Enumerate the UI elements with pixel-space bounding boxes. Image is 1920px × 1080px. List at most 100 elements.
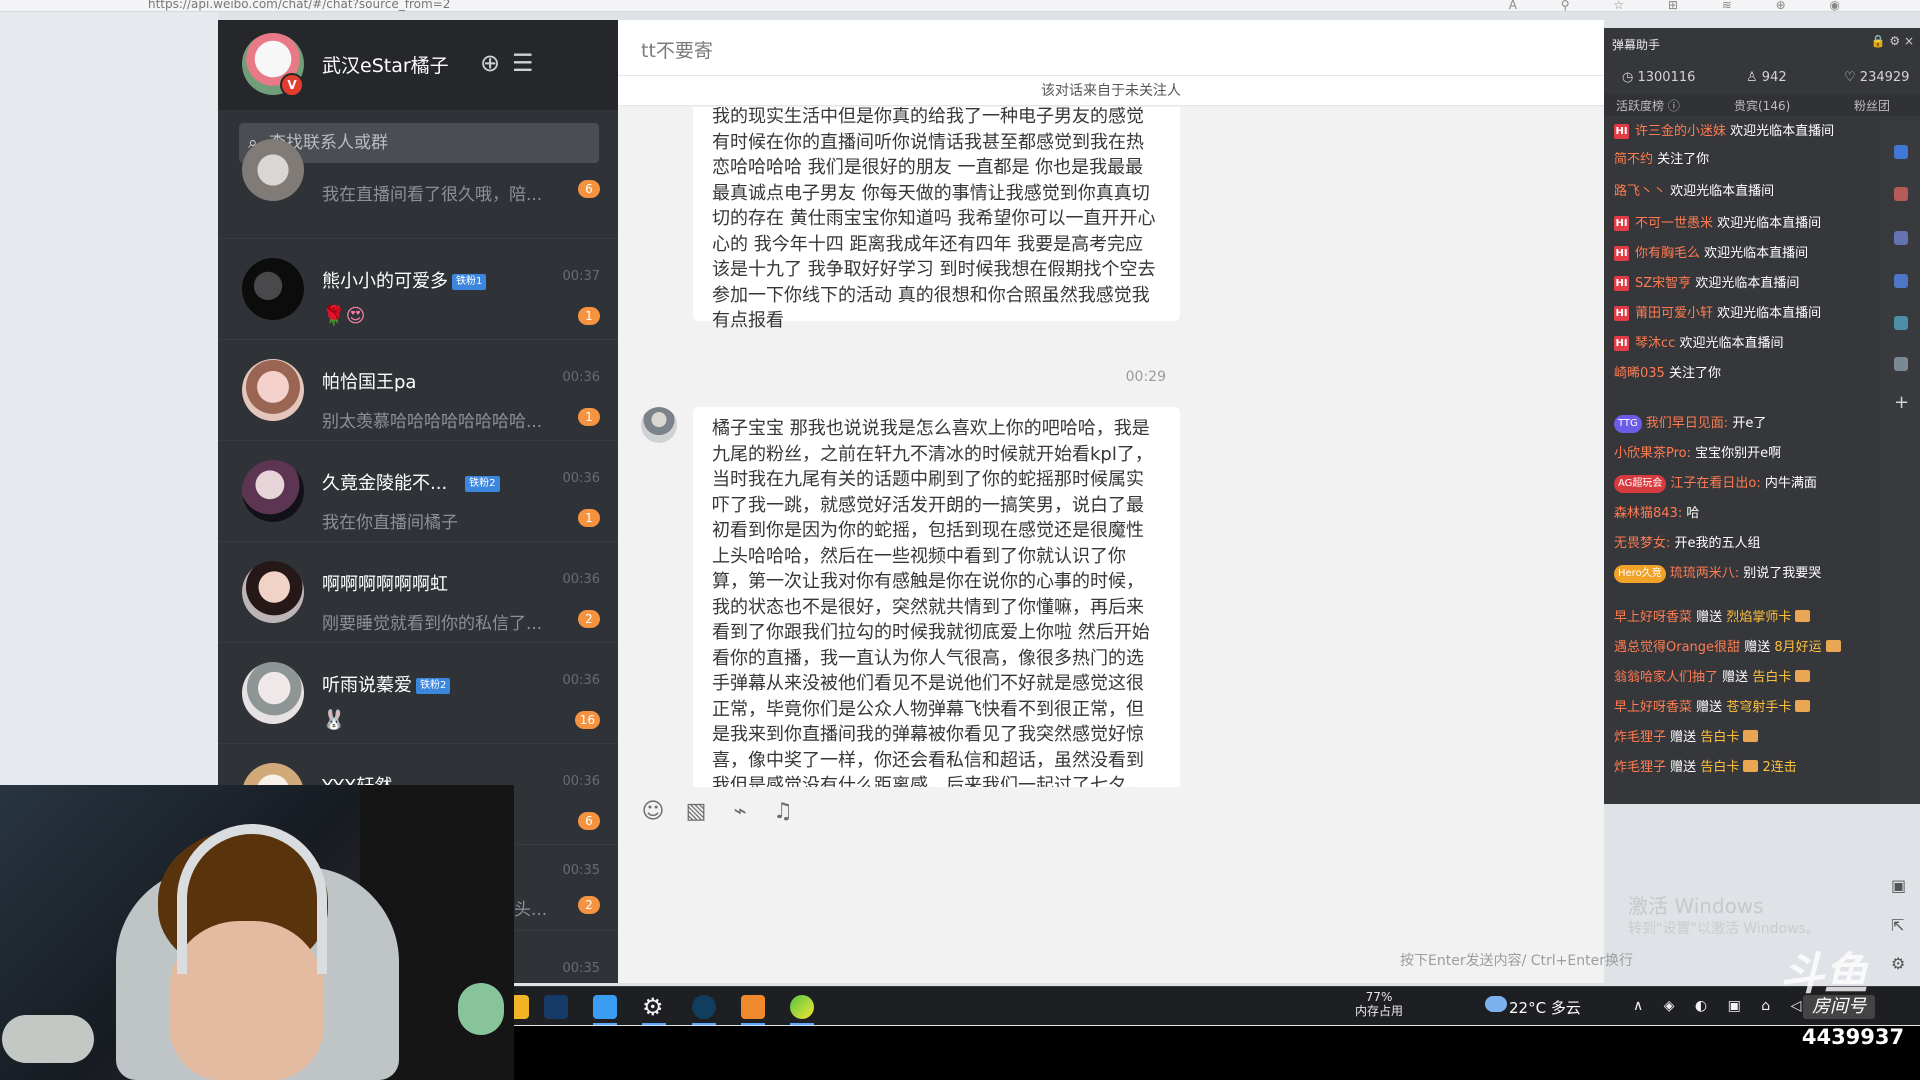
side-rail-icon[interactable]: [1894, 274, 1908, 288]
share-icon[interactable]: ⇱: [1891, 916, 1904, 935]
danmu-row: HI 不可一世愚米 欢迎光临本直播间: [1614, 216, 1822, 231]
contact-time: 00:36: [562, 774, 600, 789]
smile-icon[interactable]: ☺: [638, 798, 668, 826]
bell-icon[interactable]: ♫: [768, 798, 798, 826]
browser-url[interactable]: https://api.weibo.com/chat/#/chat?source…: [148, 0, 450, 11]
hi-badge: HI: [1614, 246, 1629, 261]
contact-row[interactable]: 久竟金陵能不... 铁粉2 00:36 我在你直播间橘子 1: [218, 441, 618, 542]
chat-title: tt不要寄: [641, 40, 713, 62]
danmu-row: HI 你有胸毛么 欢迎光临本直播间: [1614, 246, 1809, 261]
contact-name: 帕恰国王pa: [322, 372, 417, 393]
sender-avatar[interactable]: [641, 407, 677, 443]
pet-cat: [2, 1015, 94, 1063]
emoji-message: 🐰: [322, 709, 346, 731]
side-rail-icon[interactable]: [1894, 145, 1908, 159]
chat-notice: 该对话来自于未关注人: [618, 76, 1604, 106]
active-task-indicator: [692, 1023, 716, 1025]
menu-icon[interactable]: ☰: [512, 51, 534, 75]
paperclip-icon[interactable]: ⌁: [725, 798, 755, 826]
contact-row[interactable]: 听雨说蓁爱 铁粉2 00:36 🐰 16: [218, 643, 618, 744]
message-bubble: 橘子宝宝 那我也说说我是怎么喜欢上你的吧哈哈，我是九尾的粉丝，之前在轩九不清冰的…: [693, 407, 1180, 787]
unread-badge: 1: [578, 307, 600, 325]
contact-avatar: [242, 139, 304, 201]
gift-icon: [1825, 640, 1841, 652]
fans-stat: ♡ 234929: [1844, 70, 1910, 85]
tab-activity[interactable]: 活跃度榜 ⓘ: [1616, 97, 1680, 114]
cloud-icon: [1485, 996, 1507, 1012]
side-rail-icon[interactable]: [1894, 357, 1908, 371]
taskbar-app-icon[interactable]: [593, 995, 617, 1019]
unread-badge: 6: [578, 180, 600, 198]
screen-icon[interactable]: ▣: [1891, 876, 1906, 895]
unread-badge: 2: [578, 896, 600, 914]
contact-row[interactable]: 熊小小的可爱多 铁粉1 00:37 🌹😍 1: [218, 239, 618, 340]
side-rail-icon[interactable]: [1894, 187, 1908, 201]
contact-time: 00:37: [562, 269, 600, 284]
lock-settings-icon[interactable]: 🔒 ⚙ ×: [1871, 34, 1914, 48]
contact-name: 熊小小的可爱多 铁粉1: [322, 267, 487, 293]
contact-avatar: [242, 359, 304, 421]
emoji-message: 🌹😍: [322, 305, 366, 327]
hi-badge: HI: [1614, 306, 1629, 321]
contact-avatar: [242, 460, 304, 522]
tab-vip[interactable]: 贵宾(146): [1734, 97, 1790, 114]
room-label: 房间号: [1803, 995, 1875, 1019]
danmu-side-rail: +: [1880, 120, 1920, 804]
danmu-list[interactable]: HI 许三金的小迷妹 欢迎光临本直播间 简不约 关注了你 路飞丶丶 欢迎光临本直播…: [1604, 120, 1880, 804]
contact-time: 00:36: [562, 673, 600, 688]
verified-badge-icon: V: [280, 73, 304, 97]
message-list[interactable]: 我的现实生活中但是你真的给我了一种电子男友的感觉 有时候在你的直播间听你说情话我…: [618, 107, 1604, 787]
unread-badge: 16: [574, 711, 600, 729]
image-icon[interactable]: ▧: [681, 798, 711, 826]
steam-icon[interactable]: [544, 995, 568, 1019]
gear-icon[interactable]: ⚙: [1891, 954, 1905, 973]
contact-message: 我在直播间看了很久哦，陪...: [322, 185, 543, 205]
contact-row[interactable]: 帕恰国王pa 00:36 别太羡慕哈哈哈哈哈哈哈哈... 1: [218, 340, 618, 441]
chrome-icon[interactable]: [790, 995, 814, 1019]
contact-row[interactable]: 啊啊啊啊啊啊虹 00:36 刚要睡觉就看到你的私信了... 2: [218, 542, 618, 643]
settings-icon[interactable]: ⚙: [642, 995, 666, 1019]
message-bubble: 我的现实生活中但是你真的给我了一种电子男友的感觉 有时候在你的直播间听你说情话我…: [693, 107, 1180, 331]
danmu-row: Hero久竞 琉琉两米八: 别说了我要哭: [1614, 562, 1880, 586]
contact-time: 00:36: [562, 471, 600, 486]
danmu-row: HI 许三金的小迷妹 欢迎光临本直播间: [1614, 124, 1835, 139]
hi-badge: HI: [1614, 216, 1629, 231]
unread-badge: 2: [578, 610, 600, 628]
weather-status[interactable]: 22°C 多云: [1509, 997, 1581, 1018]
message-timestamp: 00:29: [1125, 369, 1166, 385]
contact-name: 啊啊啊啊啊啊虹: [322, 574, 448, 595]
side-rail-icon[interactable]: [1894, 316, 1908, 330]
contact-time: 00:35: [562, 961, 600, 976]
contact-row[interactable]: 我在直播间看了很久哦，陪... 6: [218, 139, 618, 239]
danmu-assistant-panel: 弹幕助手 🔒 ⚙ × ◷ 1300116 ♙ 942 ♡ 234929 活跃度榜…: [1604, 28, 1920, 804]
side-rail-icon[interactable]: [1894, 231, 1908, 245]
add-chat-icon[interactable]: ⊕: [480, 51, 500, 75]
tab-fans[interactable]: 粉丝团: [1854, 97, 1890, 114]
unread-badge: 6: [578, 812, 600, 830]
windows-watermark-subtitle: 转到"设置"以激活 Windows。: [1628, 921, 1820, 937]
danmu-row: 遇总觉得Orange很甜 赠送 8月好运: [1614, 636, 1880, 660]
browser-tools-icon[interactable]: A ⚲ ☆ ⊞ ≋ ⊕ ◉: [1509, 0, 1860, 12]
active-task-indicator: [642, 1023, 666, 1025]
users-stat: ♙ 942: [1746, 70, 1787, 85]
contact-time: 00:36: [562, 370, 600, 385]
browser-titlebar: https://api.weibo.com/chat/#/chat?source…: [0, 0, 1920, 12]
danmu-tabs: 活跃度榜 ⓘ 贵宾(146) 粉丝团: [1604, 94, 1920, 116]
taskbar-app-icon[interactable]: [741, 995, 765, 1019]
browser-icon[interactable]: [692, 995, 716, 1019]
contact-name: 久竟金陵能不... 铁粉2: [322, 469, 500, 495]
windows-watermark-title: 激活 Windows: [1628, 894, 1764, 918]
plus-icon[interactable]: +: [1894, 394, 1909, 412]
contact-time: 00:36: [562, 572, 600, 587]
fan-tag: 铁粉2: [465, 476, 500, 492]
contact-name: 听雨说蓁爱 铁粉2: [322, 671, 451, 697]
danmu-row: 早上好呀香菜 赠送 苍穹射手卡: [1614, 696, 1880, 720]
hi-badge: HI: [1614, 336, 1629, 351]
danmu-row: HI 莆田可爱小轩 欢迎光临本直播间: [1614, 306, 1822, 321]
contact-message: 我在你直播间橘子: [322, 513, 458, 533]
webcam-overlay: [0, 785, 514, 1080]
likes-stat: ◷ 1300116: [1622, 70, 1696, 85]
gift-icon: [1743, 760, 1759, 772]
input-hint: 按下Enter发送内容/ Ctrl+Enter换行: [1400, 953, 1633, 969]
contact-message: 头...: [514, 900, 548, 920]
